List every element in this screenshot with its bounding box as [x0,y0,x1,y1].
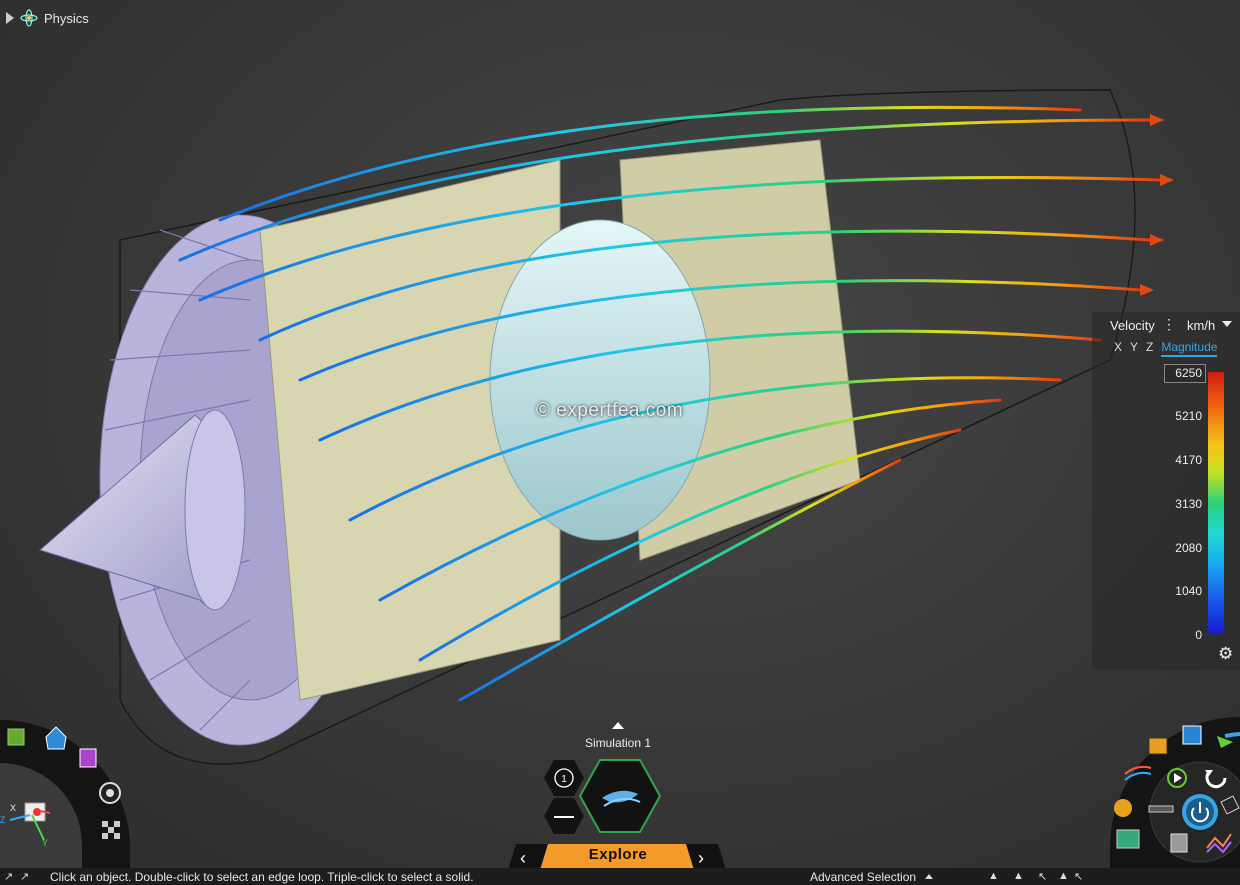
cursor-alt-icon: ↗ [20,871,30,883]
prev-mode-icon[interactable]: ‹ [520,848,526,869]
select-triangle-icon[interactable]: ▲ [988,870,999,882]
legend-tick: 5210 [1175,409,1202,423]
simulation-hexes: 1 [544,759,662,834]
box-view-icon[interactable] [79,748,97,768]
simulation-label: Simulation 1 [584,736,652,750]
section-plane-icon[interactable] [1148,805,1174,813]
cube-box-icon[interactable] [1182,725,1202,745]
tab-z[interactable]: Z [1146,340,1153,357]
tree-node-label: Physics [44,10,89,26]
select-dropdown-icon[interactable]: ▲ [1013,870,1024,882]
physics-atom-icon [20,9,38,27]
axis-x-label: X [10,803,16,813]
axis-y-label: Y [42,838,48,848]
advanced-selection-button[interactable]: Advanced Selection [810,870,916,884]
gear-icon[interactable]: ⚙ [1218,644,1233,664]
fluid-flow-button[interactable] [578,759,662,833]
tab-x[interactable]: X [1114,340,1122,357]
tab-magnitude[interactable]: Magnitude [1161,340,1218,357]
expand-triangle-icon[interactable] [6,12,14,24]
color-scale-bar [1208,372,1224,634]
legend-tick: 2080 [1175,541,1202,555]
component-tabs: X Y Z Magnitude [1114,340,1218,357]
status-hint: Click an object. Double-click to select … [50,870,474,884]
viewport-canvas[interactable] [0,0,1240,885]
velocity-legend: Velocity ⋮ km/h X Y Z Magnitude 6250 521… [1092,312,1240,670]
status-bar: ↗ ↗ Click an object. Double-click to sel… [0,868,1240,885]
watermark-text: © expertfea.com [536,400,684,421]
layers-icon[interactable] [1148,737,1168,755]
legend-tick: 3130 [1175,497,1202,511]
cursor-icon: ↗ [4,871,14,883]
tool-wheel[interactable] [1105,712,1240,872]
explore-mode-label[interactable]: Explore [548,846,688,863]
view-wheel[interactable]: Z X Y [0,715,135,875]
pointer-select-icon[interactable]: ↖ [1038,870,1047,883]
render-mode-icon[interactable] [99,782,121,804]
box-gray-icon[interactable] [1170,833,1188,853]
simulation-expand-icon[interactable] [612,722,624,729]
comment-badge-button[interactable]: 1 [544,760,584,796]
unit-dropdown-icon[interactable] [1222,321,1232,327]
legend-tick: 1040 [1175,584,1202,598]
pointer-arrow-icon[interactable]: ▲ [1058,870,1069,882]
core-drum [489,219,711,541]
comment-count: 1 [561,774,567,785]
pointer-multi-icon[interactable]: ↖ [1074,870,1083,883]
legend-tick: 6250 [1175,366,1202,380]
tab-y[interactable]: Y [1130,340,1138,357]
next-mode-icon[interactable]: › [698,848,704,869]
axis-z-label: Z [0,815,6,825]
unit-select[interactable]: km/h [1187,318,1215,333]
model-tree-node[interactable]: Physics [6,8,89,28]
legend-options-icon[interactable]: ⋮ [1162,316,1176,333]
contour-map-icon[interactable] [1116,829,1140,849]
legend-tick: 4170 [1175,453,1202,467]
legend-title: Velocity [1110,318,1155,333]
advanced-selection-arrow-icon[interactable] [925,874,933,879]
minimize-button[interactable] [544,798,584,834]
legend-tick: 0 [1195,628,1202,642]
mesh-points-icon[interactable] [1114,799,1132,817]
flow-arrow-heads [1140,114,1174,296]
solid-cube-icon[interactable] [7,728,25,746]
